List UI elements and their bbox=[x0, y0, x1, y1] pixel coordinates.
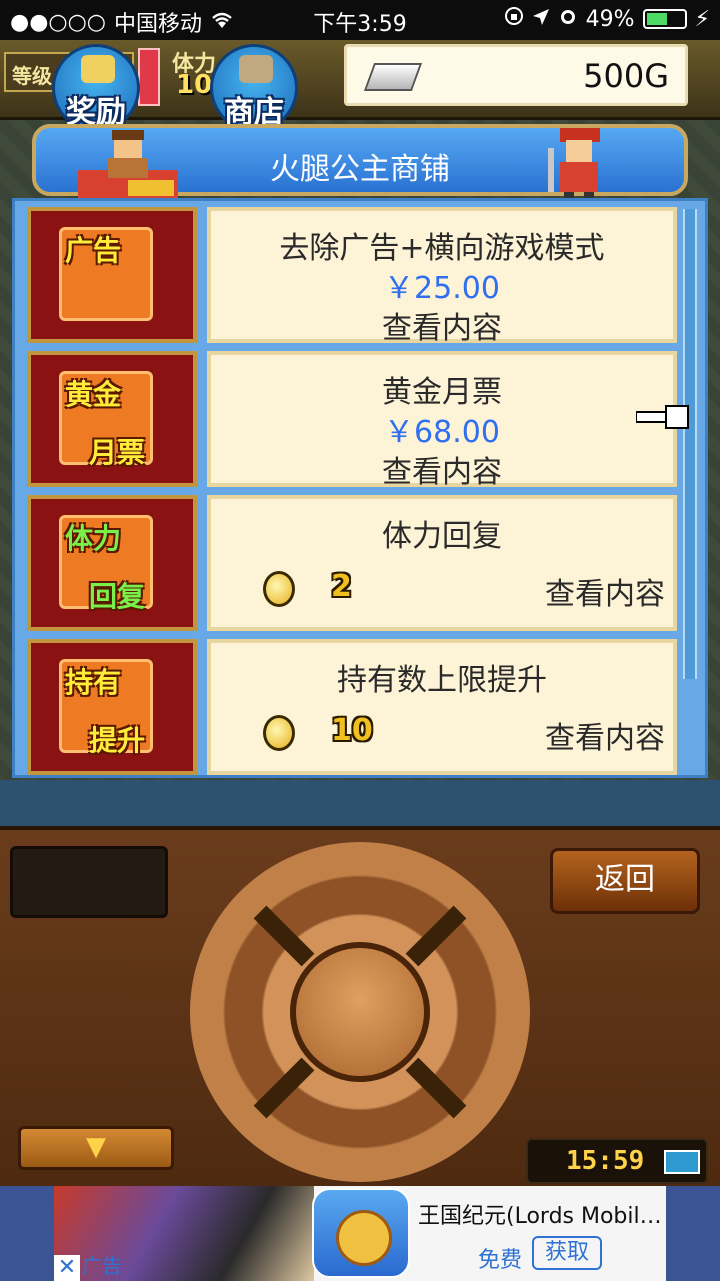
scroll-down-button[interactable]: ▼ bbox=[18, 1126, 174, 1170]
item-name: 体力回复 bbox=[382, 519, 502, 554]
thumb-label-top: 广告 bbox=[65, 234, 122, 267]
item-price: ￥25.00 bbox=[384, 271, 500, 306]
ad-banner[interactable]: ✕ 广告 王国纪元(Lords Mobil… 免费 获取 bbox=[0, 1186, 720, 1281]
silver-bar-icon bbox=[363, 63, 423, 91]
thumb-label-top: 体力 bbox=[65, 522, 122, 555]
thumb-label-top: 持有 bbox=[65, 666, 122, 699]
battery-percent: 49% bbox=[585, 6, 635, 32]
gift-icon bbox=[81, 55, 115, 83]
status-right: 49% ⚡ bbox=[504, 6, 710, 32]
scrollbar-thumb[interactable] bbox=[685, 209, 695, 679]
direction-pad[interactable] bbox=[190, 842, 530, 1182]
ad-content[interactable]: ✕ 广告 王国纪元(Lords Mobil… 免费 获取 bbox=[54, 1186, 666, 1281]
item-card[interactable]: 持有数上限提升 10 查看内容 bbox=[207, 639, 677, 775]
list-item[interactable]: 持有 提升 持有数上限提升 10 查看内容 bbox=[19, 635, 691, 775]
view-details-link[interactable]: 查看内容 bbox=[211, 447, 673, 491]
charging-icon: ⚡ bbox=[694, 6, 710, 32]
dpad-center-button[interactable] bbox=[290, 942, 430, 1082]
view-details-link[interactable]: 查看内容 bbox=[545, 569, 665, 613]
thumb-label-bottom: 回复 bbox=[89, 580, 146, 613]
back-button[interactable]: 返回 bbox=[550, 848, 700, 914]
coin-cost: 10 bbox=[331, 713, 373, 748]
item-name: 黄金月票 bbox=[382, 375, 502, 410]
alarm-icon bbox=[558, 6, 578, 32]
battery-charging-icon bbox=[664, 1150, 700, 1174]
ad-label: 广告 bbox=[82, 1254, 122, 1278]
location-icon bbox=[532, 7, 550, 32]
gold-panel: 500G bbox=[344, 44, 688, 106]
item-name: 持有数上限提升 bbox=[337, 663, 547, 698]
coin-icon bbox=[263, 715, 295, 751]
view-details-link[interactable]: 查看内容 bbox=[545, 713, 665, 757]
item-thumbnail: 广告 bbox=[27, 207, 197, 343]
shopkeeper-icon bbox=[239, 55, 273, 83]
item-card[interactable]: 黄金月票 ￥68.00 查看内容 bbox=[207, 351, 677, 490]
thumb-label-bottom: 月票 bbox=[89, 436, 146, 469]
list-scrollbar[interactable] bbox=[683, 209, 697, 679]
shop-button[interactable]: 商店 bbox=[210, 44, 298, 132]
item-price: ￥68.00 bbox=[384, 415, 500, 450]
river-strip bbox=[0, 780, 720, 826]
ad-price: 免费 bbox=[478, 1248, 523, 1273]
item-name: 去除广告+横向游戏模式 bbox=[279, 231, 605, 266]
controller-panel: 返回 ▼ 15:59 bbox=[0, 826, 720, 1186]
close-icon[interactable]: ✕ bbox=[54, 1255, 80, 1281]
ad-title[interactable]: 王国纪元(Lords Mobil… bbox=[418, 1198, 662, 1230]
get-button[interactable]: 获取 bbox=[532, 1236, 602, 1270]
item-card[interactable]: 体力回复 2 查看内容 bbox=[207, 495, 677, 631]
item-thumbnail: 黄金 月票 bbox=[27, 351, 197, 487]
status-bar: ●●○○○ 中国移动 下午3:59 49% ⚡ bbox=[0, 0, 720, 40]
empty-slot bbox=[10, 846, 168, 918]
coin-icon bbox=[263, 571, 295, 607]
view-details-link[interactable]: 查看内容 bbox=[211, 303, 673, 347]
item-thumbnail: 体力 回复 bbox=[27, 495, 197, 631]
princess-sprite bbox=[546, 118, 610, 198]
thumb-label-top: 黄金 bbox=[65, 378, 122, 411]
exp-gauge bbox=[138, 48, 160, 106]
clock-time: 15:59 bbox=[566, 1146, 645, 1176]
list-item[interactable]: 体力 回复 体力回复 2 查看内容 bbox=[19, 491, 691, 631]
coin-cost: 2 bbox=[331, 569, 352, 604]
item-card[interactable]: 去除广告+横向游戏模式 ￥25.00 查看内容 bbox=[207, 207, 677, 346]
level-label: 等级 bbox=[12, 64, 52, 88]
reward-button[interactable]: 奖励 bbox=[52, 44, 140, 132]
shopkeeper-sprite bbox=[78, 130, 178, 198]
game-clock: 15:59 bbox=[526, 1138, 708, 1184]
battery-icon bbox=[642, 9, 687, 29]
stamina-value: 10 bbox=[176, 70, 213, 100]
lock-rotation-icon bbox=[504, 6, 524, 32]
app-icon[interactable] bbox=[312, 1188, 410, 1278]
list-item[interactable]: 广告 去除广告+横向游戏模式 ￥25.00 查看内容 bbox=[19, 203, 691, 346]
hero-face-icon bbox=[336, 1210, 392, 1266]
thumb-label-bottom: 提升 bbox=[89, 724, 146, 757]
shop-item-list[interactable]: 广告 去除广告+横向游戏模式 ￥25.00 查看内容 黄金 月票 黄金月票 ￥6… bbox=[12, 198, 708, 778]
item-thumbnail: 持有 提升 bbox=[27, 639, 197, 775]
list-item[interactable]: 黄金 月票 黄金月票 ￥68.00 查看内容 bbox=[19, 347, 691, 490]
gold-amount: 500G bbox=[583, 57, 669, 95]
pointing-hand-icon bbox=[635, 400, 690, 443]
